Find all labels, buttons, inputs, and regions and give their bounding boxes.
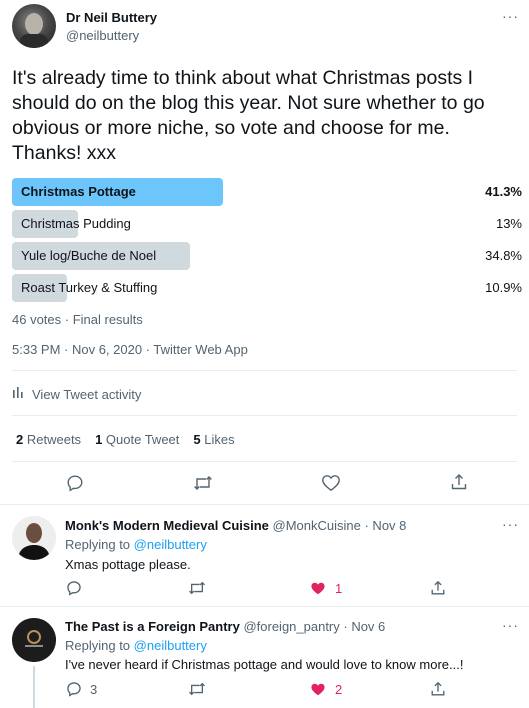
replying-to-prefix: Replying to [65,638,131,653]
poll-option-percent: 13% [495,216,522,231]
reply-icon[interactable] [66,474,84,497]
poll-option-percent: 41.3% [485,184,522,199]
quotes-label: Quote Tweet [105,432,180,447]
poll-option: Christmas Pudding 13% [0,210,529,238]
view-activity-link[interactable]: View Tweet activity [12,380,141,408]
more-icon[interactable]: ··· [502,516,519,532]
share-icon[interactable] [430,580,446,601]
retweet-icon[interactable] [193,474,213,497]
poll-summary: 46 votes · Final results [12,312,143,327]
poll-option: Roast Turkey & Stuffing 10.9% [0,274,529,302]
poll-option-percent: 34.8% [485,248,522,263]
retweets-label: Retweets [26,432,82,447]
reply-header: Monk's Modern Medieval Cuisine @MonkCuis… [65,518,406,533]
retweet-icon[interactable] [188,580,206,601]
poll-option-label: Christmas Pottage [21,184,136,199]
stats-row: 2 Retweets 1 Quote Tweet 5 Likes [16,432,235,447]
reply-meta[interactable]: @foreign_pantry · Nov 6 [243,619,385,634]
author-handle[interactable]: @neilbuttery [66,28,139,43]
poll-option: Christmas Pottage 41.3% [0,178,529,206]
thread-line [33,666,35,708]
activity-icon [12,385,24,403]
replying-to: Replying to @neilbuttery [65,537,207,552]
retweets-stat[interactable]: 2 Retweets [16,432,81,447]
reply-icon[interactable] [66,580,82,601]
likes-count: 5 [193,432,201,447]
heart-filled-icon[interactable] [310,581,326,601]
tweet-text: It's already time to think about what Ch… [12,67,485,164]
reply-text: Xmas pottage please. [65,557,191,572]
likes-label: Likes [204,432,235,447]
author-name[interactable]: Dr Neil Buttery [66,10,157,25]
reply-header: The Past is a Foreign Pantry @foreign_pa… [65,619,385,634]
divider [0,504,529,505]
divider [12,370,517,371]
reply-author-name[interactable]: Monk's Modern Medieval Cuisine [65,518,269,533]
heart-filled-icon[interactable] [310,682,326,702]
reply-reply-count: 3 [90,682,98,697]
replying-to-prefix: Replying to [65,537,131,552]
reply-avatar[interactable] [12,516,56,560]
reply-like-count: 1 [335,581,343,596]
divider [0,606,529,607]
poll-option-percent: 10.9% [485,280,522,295]
reply-author-name[interactable]: The Past is a Foreign Pantry [65,619,240,634]
retweets-count: 2 [16,432,24,447]
share-icon[interactable] [430,681,446,702]
reply-meta[interactable]: @MonkCuisine · Nov 8 [273,518,407,533]
replying-to-handle[interactable]: @neilbuttery [134,638,207,653]
likes-stat[interactable]: 5 Likes [193,432,234,447]
poll-option-label: Roast Turkey & Stuffing [21,280,158,295]
reply-text: I've never heard if Christmas pottage an… [65,657,464,672]
view-activity-label: View Tweet activity [32,386,142,402]
divider [12,415,517,416]
poll-option-label: Christmas Pudding [21,216,131,231]
reply-avatar[interactable] [12,618,56,662]
poll-option-label: Yule log/Buche de Noel [21,248,157,263]
like-icon[interactable] [321,474,341,497]
divider [12,461,517,462]
quotes-count: 1 [95,432,103,447]
replying-to-handle[interactable]: @neilbuttery [134,537,207,552]
reply-like-count: 2 [335,682,343,697]
more-icon[interactable]: ··· [502,617,519,633]
quotes-stat[interactable]: 1 Quote Tweet [95,432,179,447]
tweet-timestamp[interactable]: 5:33 PM · Nov 6, 2020 · Twitter Web App [12,342,248,357]
author-avatar[interactable] [12,4,56,48]
share-icon[interactable] [450,473,468,496]
reply-icon[interactable] [66,681,82,702]
poll-option: Yule log/Buche de Noel 34.8% [0,242,529,270]
more-icon[interactable]: ··· [502,8,519,24]
replying-to: Replying to @neilbuttery [65,638,207,653]
retweet-icon[interactable] [188,681,206,702]
